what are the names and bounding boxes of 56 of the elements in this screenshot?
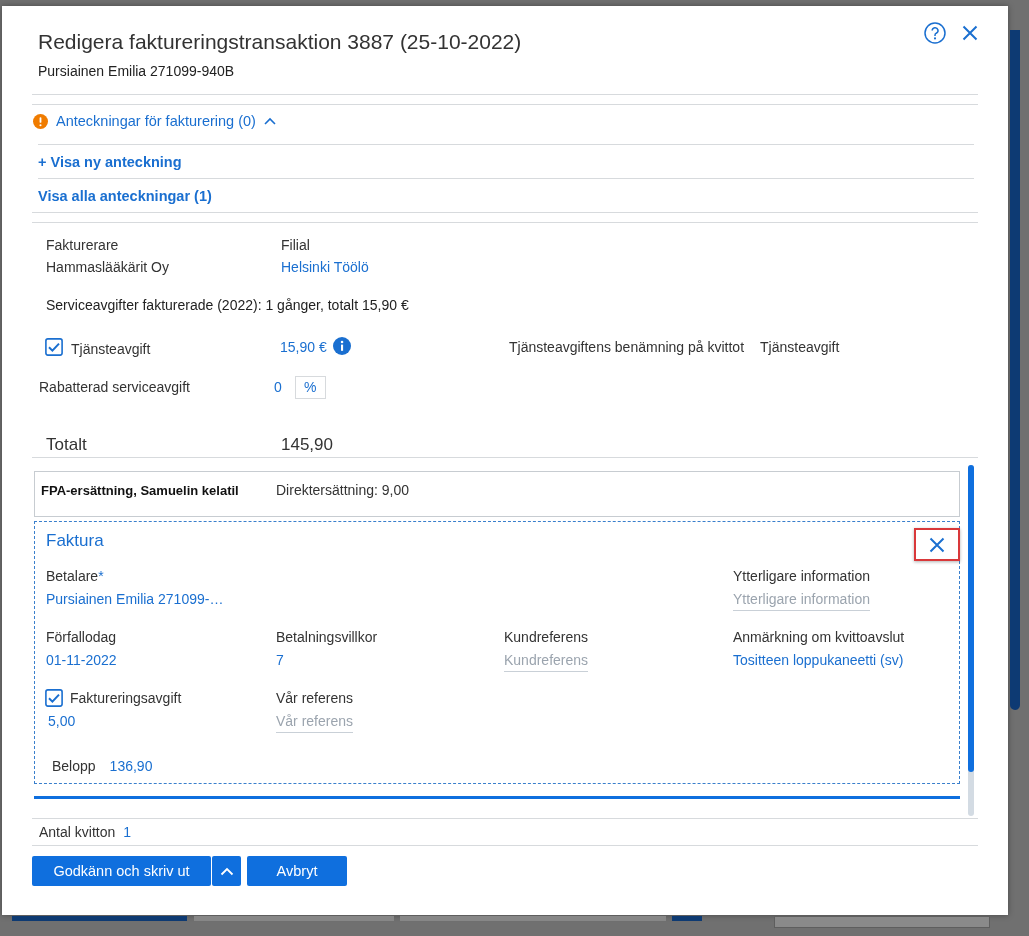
close-icon[interactable] <box>962 25 978 41</box>
field-value[interactable]: Pursiainen Emilia 271099-… <box>46 588 224 610</box>
dialog-title: Redigera faktureringstransaktion 3887 (25-10-2022) <box>38 29 522 55</box>
close-button[interactable] <box>914 528 960 561</box>
text-input[interactable]: Kundreferens <box>504 650 589 672</box>
field-label: Fakturerare <box>46 236 119 255</box>
card-detail: Direktersättning: 9,00 <box>276 481 410 500</box>
dropdown-button[interactable] <box>212 856 241 886</box>
warning-icon <box>33 113 48 129</box>
amount-value[interactable]: 136,90 <box>109 756 153 776</box>
amount-label: Belopp <box>52 757 96 776</box>
discount-value[interactable]: 0 <box>274 379 282 395</box>
total-label: Totalt <box>46 434 87 454</box>
help-icon[interactable] <box>924 22 946 44</box>
dialog-subtitle: Pursiainen Emilia 271099-940B <box>38 62 235 81</box>
field-value[interactable]: 7 <box>276 649 284 671</box>
note-link[interactable]: Visa alla anteckningar (1) <box>38 187 212 204</box>
field-value[interactable]: 1 <box>123 824 132 840</box>
action-button[interactable]: Godkänn och skriv ut <box>32 856 211 886</box>
field-link[interactable]: Helsinki Töölö <box>281 256 369 278</box>
notes-toggle[interactable]: Anteckningar för fakturering (0) <box>56 111 256 131</box>
unit-button[interactable]: % <box>294 375 326 399</box>
field-value[interactable]: 5,00 <box>48 710 76 732</box>
dimmed-background-bar <box>672 916 702 921</box>
field-label: Filial <box>281 236 310 255</box>
action-button[interactable]: Avbryt <box>247 856 347 886</box>
field-label: Kundreferens <box>504 629 589 645</box>
text-input[interactable]: Ytterligare information <box>733 589 870 611</box>
card-title: FPA-ersättning, Samuelin kelatil <box>41 483 239 498</box>
field-label: Betalare <box>46 568 99 584</box>
field-label: Antal kvitton <box>39 824 116 840</box>
invoice-title: Faktura <box>46 530 104 552</box>
checkbox-label: Faktureringsavgift <box>70 689 182 708</box>
field-label: Ytterligare information <box>733 568 870 584</box>
field-value[interactable]: Tositteen loppukaneetti (sv) <box>733 649 904 671</box>
checkbox-label: Tjänsteavgift <box>71 340 151 357</box>
note-link[interactable]: + Visa ny anteckning <box>38 153 182 170</box>
fee-summary: Serviceavgifter fakturerade (2022): 1 gånger, totalt 15,90 € <box>46 296 409 315</box>
field-value: Hammaslääkärit Oy <box>46 258 169 277</box>
field-label: Betalningsvillkor <box>276 629 378 645</box>
info-icon[interactable] <box>332 336 351 355</box>
checkbox[interactable] <box>45 689 63 707</box>
close-icon[interactable] <box>929 536 945 553</box>
field-label: Förfallodag <box>46 629 117 645</box>
text-input[interactable]: Vår referens <box>276 711 354 733</box>
field-value[interactable]: 01-11-2022 <box>46 649 117 671</box>
field-label: Tjänsteavgiftens benämning på kvittot <box>509 339 745 355</box>
field-label: Vår referens <box>276 690 354 706</box>
checkbox[interactable] <box>45 338 63 356</box>
field-label: Anmärkning om kvittoavslut <box>733 629 905 645</box>
field-value: Tjänsteavgift <box>760 339 840 355</box>
required-mark: * <box>98 568 104 584</box>
chevron-up-icon[interactable] <box>263 116 276 126</box>
total-value: 145,90 <box>281 434 333 455</box>
field-label: Rabatterad serviceavgift <box>39 379 190 395</box>
fee-amount[interactable]: 15,90 € <box>280 339 327 355</box>
